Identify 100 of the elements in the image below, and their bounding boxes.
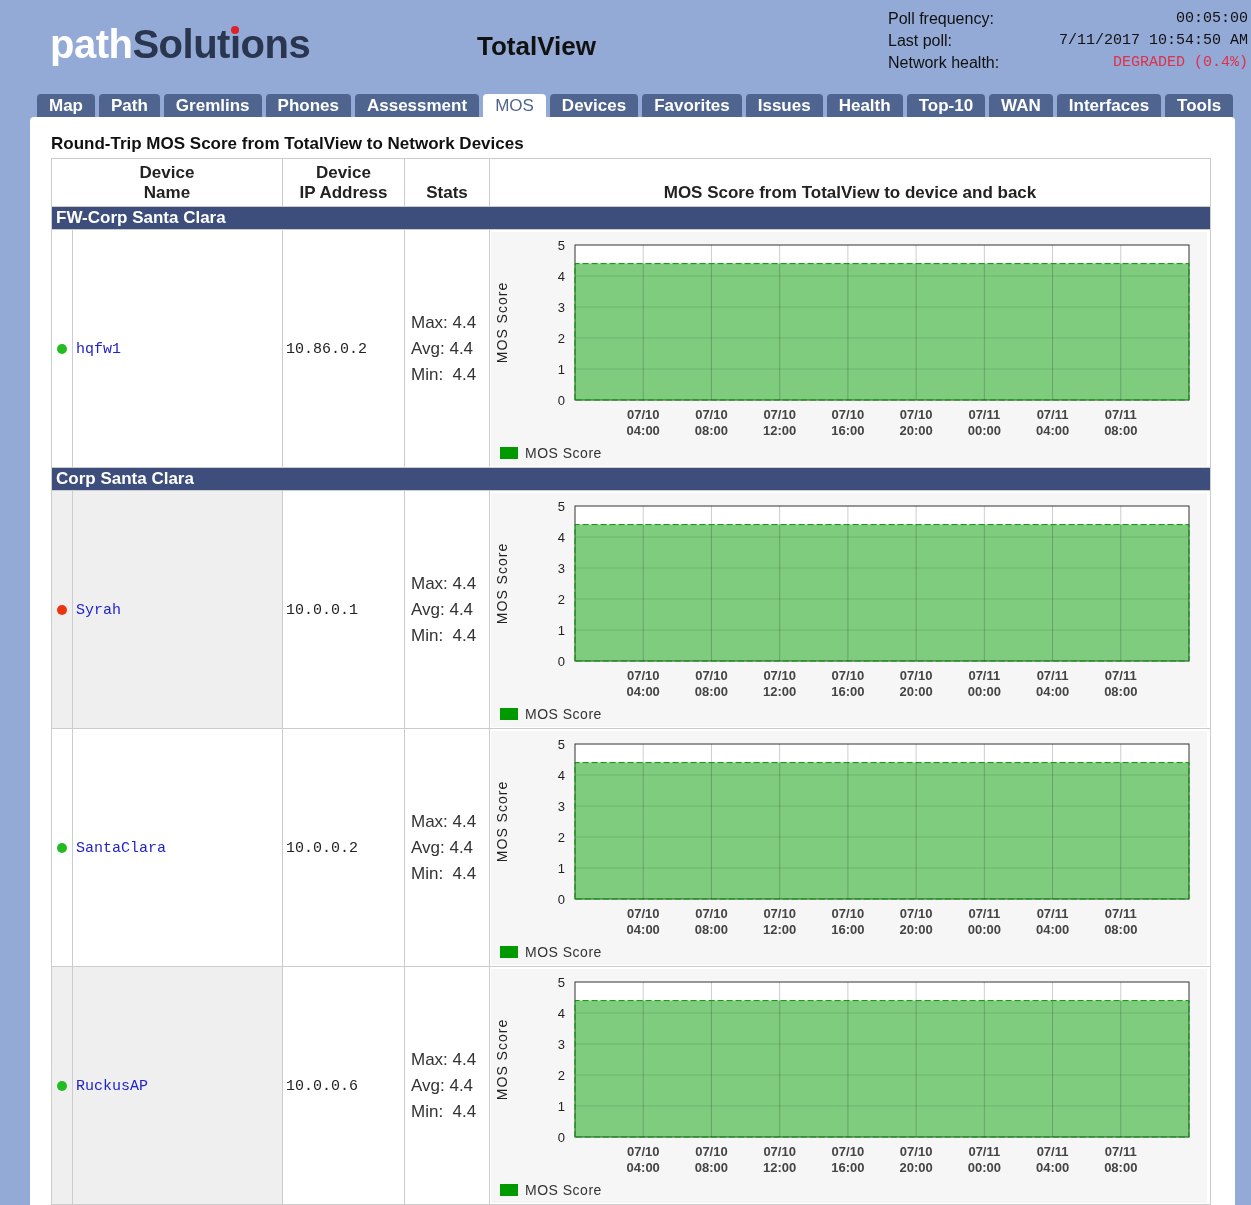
legend-label: MOS Score: [525, 706, 602, 722]
column-header: Device IP Address: [282, 158, 405, 207]
y-tick-label: 0: [557, 892, 565, 907]
stat-value: Min: 4.4: [411, 862, 478, 885]
status-label: Network health:: [888, 54, 1001, 72]
x-tick-label: 07/10 16:00: [831, 1144, 865, 1175]
y-tick-label: 2: [557, 331, 565, 346]
nav-tab[interactable]: Assessment: [354, 94, 480, 117]
y-axis-title: MOS Score: [494, 1018, 510, 1101]
x-tick-label: 07/11 04:00: [1035, 668, 1070, 699]
nav-tab[interactable]: Health: [826, 94, 903, 117]
column-header: Stats: [404, 158, 490, 207]
group-header: Corp Santa Clara: [51, 467, 1211, 491]
y-tick-label: 1: [557, 1099, 565, 1114]
stat-value: Avg: 4.4: [411, 337, 475, 360]
y-axis-title: MOS Score: [494, 542, 510, 625]
x-tick-label: 07/10 04:00: [626, 407, 660, 438]
y-tick-label: 5: [557, 499, 565, 514]
x-tick-label: 07/10 12:00: [763, 407, 797, 438]
x-tick-label: 07/10 12:00: [763, 668, 797, 699]
stat-value: Max: 4.4: [411, 810, 478, 833]
x-tick-label: 07/10 04:00: [626, 906, 660, 937]
y-tick-label: 3: [557, 799, 565, 814]
ip-address: 10.0.0.1: [285, 602, 358, 619]
nav-tab[interactable]: MOS: [483, 94, 546, 117]
nav-tab[interactable]: Gremlins: [163, 94, 262, 117]
status-value: 7/11/2017 10:54:50 AM: [1057, 32, 1248, 50]
legend-swatch: [500, 946, 518, 958]
nav-tab[interactable]: Tools: [1165, 94, 1234, 117]
x-tick-label: 07/11 00:00: [967, 407, 1001, 438]
x-tick-label: 07/10 16:00: [831, 668, 865, 699]
y-tick-label: 4: [557, 1006, 565, 1021]
y-tick-label: 3: [557, 300, 565, 315]
x-tick-label: 07/11 08:00: [1104, 906, 1138, 937]
stat-value: Avg: 4.4: [411, 836, 475, 859]
x-tick-label: 07/10 16:00: [831, 906, 865, 937]
x-tick-label: 07/10 04:00: [626, 1144, 660, 1175]
nav-tab[interactable]: Devices: [549, 94, 639, 117]
y-tick-label: 5: [557, 975, 565, 990]
x-tick-label: 07/10 08:00: [694, 668, 729, 699]
legend-swatch: [500, 1184, 518, 1196]
nav-tab[interactable]: Path: [99, 94, 160, 117]
y-tick-label: 2: [557, 1068, 565, 1083]
x-tick-label: 07/10 08:00: [694, 1144, 729, 1175]
x-tick-label: 07/10 20:00: [899, 1144, 933, 1175]
ip-address: 10.0.0.6: [285, 1078, 358, 1095]
y-axis-title: MOS Score: [494, 281, 510, 364]
nav-tab[interactable]: Interfaces: [1056, 94, 1162, 117]
x-tick-label: 07/10 04:00: [626, 668, 660, 699]
stat-value: Min: 4.4: [411, 1100, 478, 1123]
x-tick-label: 07/11 00:00: [967, 1144, 1001, 1175]
ip-address: 10.86.0.2: [285, 341, 367, 358]
y-axis-title: MOS Score: [494, 780, 510, 863]
x-tick-label: 07/11 04:00: [1035, 407, 1070, 438]
page-title: Round-Trip MOS Score from TotalView to Network Devices: [51, 134, 525, 154]
x-tick-label: 07/10 08:00: [694, 906, 729, 937]
device-link[interactable]: Syrah: [73, 602, 121, 619]
device-link[interactable]: RuckusAP: [73, 1078, 148, 1095]
nav-tab[interactable]: Map: [37, 94, 95, 117]
y-tick-label: 0: [557, 393, 565, 408]
nav-tab[interactable]: WAN: [989, 94, 1053, 117]
status-value: 00:05:00: [1175, 10, 1248, 28]
logo: pathSolutions: [50, 22, 312, 67]
stat-value: Min: 4.4: [411, 363, 478, 386]
y-tick-label: 1: [557, 861, 565, 876]
x-tick-label: 07/10 12:00: [763, 1144, 797, 1175]
device-link[interactable]: SantaClara: [73, 840, 166, 857]
device-link[interactable]: hqfw1: [73, 341, 121, 358]
logo-dot-icon: [231, 26, 239, 34]
x-tick-label: 07/11 04:00: [1035, 906, 1070, 937]
x-tick-label: 07/11 08:00: [1104, 1144, 1138, 1175]
stat-value: Max: 4.4: [411, 1048, 478, 1071]
x-tick-label: 07/11 04:00: [1035, 1144, 1070, 1175]
stat-value: Avg: 4.4: [411, 598, 475, 621]
x-tick-label: 07/11 08:00: [1104, 668, 1138, 699]
stat-value: Min: 4.4: [411, 624, 478, 647]
legend-swatch: [500, 708, 518, 720]
x-tick-label: 07/11 08:00: [1104, 407, 1138, 438]
x-tick-label: 07/10 20:00: [899, 906, 933, 937]
column-header: Device Name: [51, 158, 283, 207]
legend-label: MOS Score: [525, 944, 602, 960]
y-tick-label: 2: [557, 592, 565, 607]
nav-tab[interactable]: Phones: [265, 94, 351, 117]
nav-tab[interactable]: Favorites: [642, 94, 742, 117]
status-label: Last poll:: [888, 32, 954, 50]
product-title: TotalView: [477, 31, 597, 62]
y-tick-label: 0: [557, 654, 565, 669]
stat-value: Avg: 4.4: [411, 1074, 475, 1097]
legend-label: MOS Score: [525, 1182, 602, 1198]
y-tick-label: 4: [557, 269, 565, 284]
y-tick-label: 5: [557, 238, 565, 253]
y-tick-label: 1: [557, 362, 565, 377]
y-tick-label: 1: [557, 623, 565, 638]
legend-label: MOS Score: [525, 445, 602, 461]
nav-tab[interactable]: Top-10: [906, 94, 986, 117]
y-tick-label: 2: [557, 830, 565, 845]
nav-tab[interactable]: Issues: [745, 94, 823, 117]
y-tick-label: 4: [557, 768, 565, 783]
y-tick-label: 4: [557, 530, 565, 545]
group-header: FW-Corp Santa Clara: [51, 206, 1211, 230]
